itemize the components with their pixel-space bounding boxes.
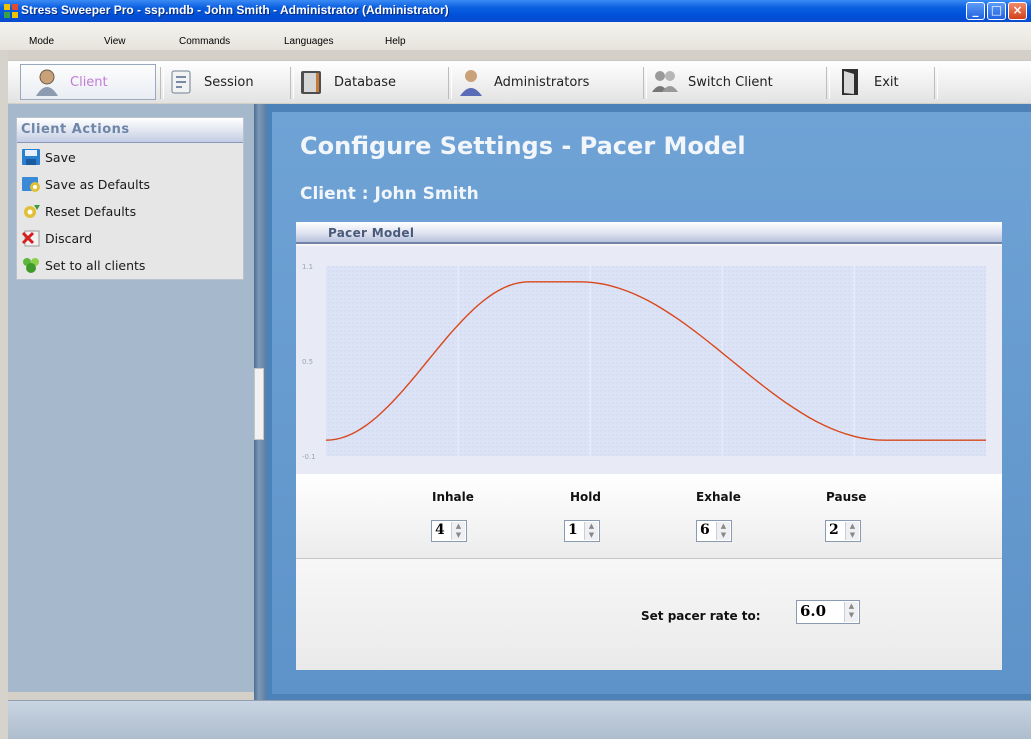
toolbar-separator	[448, 67, 452, 99]
reset-defaults-icon	[20, 201, 42, 221]
pacer-chart-area: 1.1 0.5 -0.1	[296, 246, 1002, 474]
toolbar-exit[interactable]: Exit	[836, 61, 899, 103]
toolbar-database-label: Database	[334, 74, 397, 90]
status-bar	[8, 700, 1031, 739]
action-set-all-clients-label: Set to all clients	[45, 257, 146, 273]
pacer-rate-label: Set pacer rate to:	[641, 609, 761, 623]
hold-value: 1	[568, 522, 578, 538]
y-tick-label: 0.5	[302, 358, 313, 366]
hold-stepper[interactable]: 1 ▲ ▼	[564, 520, 600, 542]
switch-client-icon	[650, 67, 680, 97]
set-all-clients-icon	[20, 255, 42, 275]
spin-arrows-icon[interactable]: ▲ ▼	[844, 602, 858, 622]
administrators-icon	[456, 67, 486, 97]
page-title: Configure Settings - Pacer Model	[300, 132, 746, 160]
window-frame-edge	[0, 50, 8, 738]
pacer-rate-stepper[interactable]: 6.0 ▲ ▼	[796, 600, 860, 624]
toolbar-exit-label: Exit	[874, 74, 899, 90]
database-icon	[296, 67, 326, 97]
minimize-button[interactable]: _	[966, 2, 985, 20]
pacer-model-header: Pacer Model	[296, 222, 1002, 244]
pacer-rate-value: 6.0	[800, 602, 827, 620]
spin-arrows-icon[interactable]: ▲ ▼	[845, 522, 859, 540]
toolbar-separator	[290, 67, 294, 99]
spin-arrows-icon[interactable]: ▲ ▼	[451, 522, 465, 540]
client-name-line: Client : John Smith	[300, 184, 479, 204]
toolbar-switch-client[interactable]: Switch Client	[650, 61, 773, 103]
action-save[interactable]: Save	[20, 146, 76, 168]
exhale-stepper[interactable]: 6 ▲ ▼	[696, 520, 732, 542]
session-icon	[166, 67, 196, 97]
menu-bar: Mode View Commands Languages Help	[0, 22, 1031, 50]
save-defaults-icon	[20, 174, 42, 194]
action-reset-defaults-label: Reset Defaults	[45, 203, 137, 219]
menu-help[interactable]: Help	[385, 36, 406, 47]
exhale-label: Exhale	[696, 490, 741, 504]
spin-arrows-icon[interactable]: ▲ ▼	[584, 522, 598, 540]
splitter-collapse-handle[interactable]	[254, 368, 264, 440]
menu-view[interactable]: View	[104, 36, 126, 47]
action-reset-defaults[interactable]: Reset Defaults	[20, 200, 136, 222]
toolbar-session[interactable]: Session	[166, 61, 254, 103]
close-button[interactable]: ×	[1008, 2, 1027, 20]
action-save-label: Save	[45, 149, 76, 165]
exhale-value: 6	[700, 522, 710, 538]
action-save-defaults-label: Save as Defaults	[45, 176, 150, 192]
main-toolbar: Client Session Database Administrators S…	[8, 60, 1031, 103]
app-icon	[4, 4, 18, 18]
menu-languages[interactable]: Languages	[284, 36, 334, 47]
pacer-model-title: Pacer Model	[328, 226, 415, 240]
action-set-all-clients[interactable]: Set to all clients	[20, 254, 145, 276]
toolbar-administrators[interactable]: Administrators	[456, 61, 589, 103]
pacer-chart: 1.1 0.5 -0.1	[302, 263, 986, 461]
toolbar-database[interactable]: Database	[296, 61, 396, 103]
toolbar-separator	[160, 67, 164, 99]
toolbar-separator	[826, 67, 830, 99]
toolbar-client[interactable]: Client	[32, 61, 108, 103]
client-actions-panel: Client Actions Save Save as Defaults Res…	[16, 117, 244, 280]
spin-arrows-icon[interactable]: ▲ ▼	[716, 522, 730, 540]
save-icon	[20, 147, 42, 167]
toolbar-session-label: Session	[204, 74, 254, 90]
maximize-button[interactable]: □	[987, 2, 1006, 20]
toolbar-separator	[934, 67, 938, 99]
client-icon	[32, 67, 62, 97]
pause-stepper[interactable]: 2 ▲ ▼	[825, 520, 861, 542]
toolbar-separator	[643, 67, 647, 99]
hold-label: Hold	[570, 490, 601, 504]
exit-door-icon	[836, 67, 866, 97]
toolbar-client-label: Client	[70, 74, 108, 90]
pause-label: Pause	[826, 490, 867, 504]
action-discard[interactable]: Discard	[20, 227, 92, 249]
y-tick-label: -0.1	[302, 453, 316, 461]
client-actions-title: Client Actions	[17, 118, 243, 143]
breath-controls	[296, 474, 1002, 559]
inhale-value: 4	[435, 522, 445, 538]
action-discard-label: Discard	[45, 230, 92, 246]
title-bar: Stress Sweeper Pro - ssp.mdb - John Smit…	[0, 0, 1031, 22]
discard-icon	[20, 228, 42, 248]
y-tick-label: 1.1	[302, 263, 313, 271]
toolbar-switch-client-label: Switch Client	[688, 74, 773, 90]
pause-value: 2	[829, 522, 839, 538]
menu-commands[interactable]: Commands	[179, 36, 230, 47]
inhale-label: Inhale	[432, 490, 474, 504]
inhale-stepper[interactable]: 4 ▲ ▼	[431, 520, 467, 542]
toolbar-administrators-label: Administrators	[494, 74, 590, 90]
window-title: Stress Sweeper Pro - ssp.mdb - John Smit…	[21, 3, 449, 17]
action-save-defaults[interactable]: Save as Defaults	[20, 173, 150, 195]
menu-mode[interactable]: Mode	[29, 36, 54, 47]
plot-background	[326, 266, 986, 456]
